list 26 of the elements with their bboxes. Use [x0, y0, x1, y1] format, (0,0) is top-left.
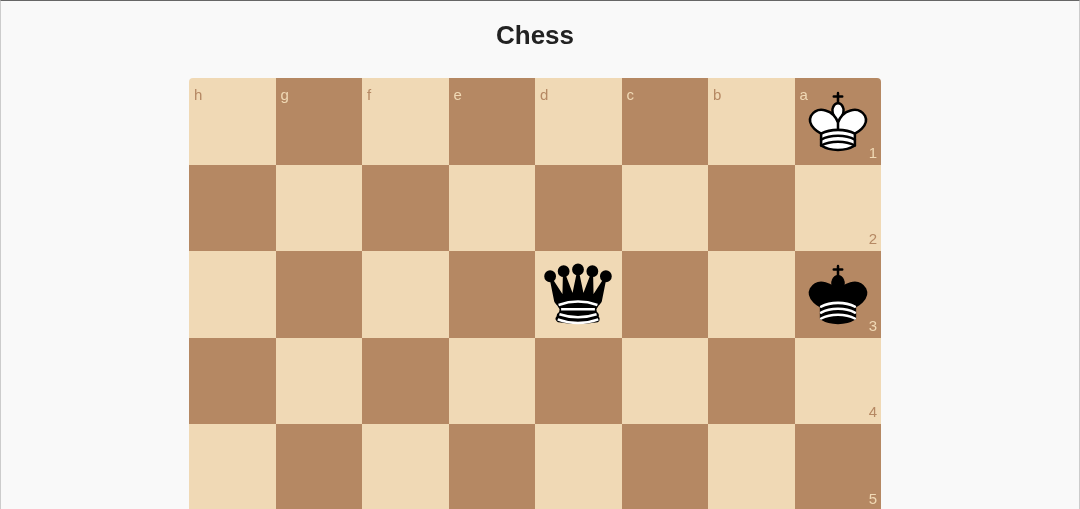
file-label: g	[280, 87, 289, 103]
page-title: Chess	[495, 19, 574, 52]
file-label: a	[799, 87, 808, 103]
board-square[interactable]: 2	[794, 164, 881, 251]
board-square[interactable]: b	[708, 78, 795, 165]
rank-label: 5	[868, 490, 877, 507]
file-label: e	[453, 87, 462, 103]
board-square[interactable]: c	[621, 78, 708, 165]
file-label: f	[367, 87, 372, 103]
board-square[interactable]: f	[362, 78, 449, 165]
rank-label: 1	[868, 144, 877, 161]
file-label: b	[713, 87, 722, 103]
board-square[interactable]: e	[448, 78, 535, 165]
board-square[interactable]: 3	[794, 251, 881, 338]
file-label: d	[540, 87, 549, 103]
file-label: h	[194, 87, 203, 103]
rank-label: 2	[868, 231, 877, 247]
board-square[interactable]: h	[189, 78, 276, 165]
board-square[interactable]: d	[535, 78, 622, 165]
board-square[interactable]: 5	[794, 424, 881, 509]
rank-label: 4	[868, 404, 877, 420]
board-square[interactable]: 4	[794, 337, 881, 424]
board-square[interactable]: g	[275, 78, 362, 165]
board-square[interactable]: a 1	[794, 78, 881, 165]
rank-label: 3	[868, 317, 877, 334]
file-label: c	[626, 87, 634, 103]
